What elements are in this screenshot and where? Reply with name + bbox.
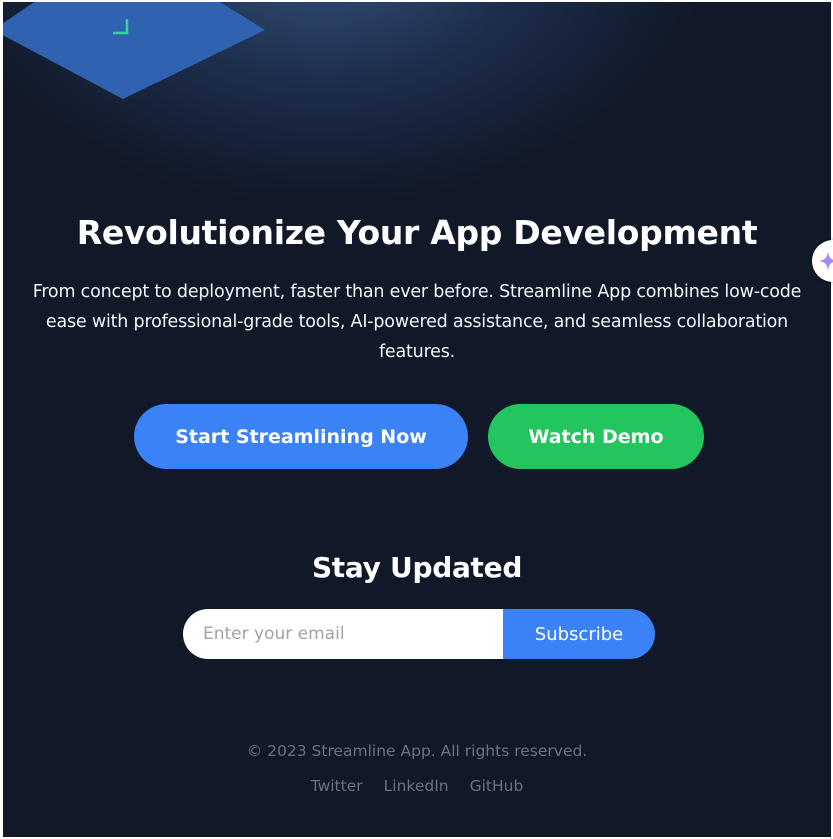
hero-title: Revolutionize Your App Development — [76, 213, 758, 252]
subscribe-button[interactable]: Subscribe — [503, 609, 655, 659]
newsletter-title: Stay Updated — [311, 551, 523, 584]
linkedin-link[interactable]: LinkedIn — [384, 774, 449, 798]
sparkle-icon — [819, 251, 833, 271]
github-link[interactable]: GitHub — [470, 774, 524, 798]
hero-subtitle: From concept to deployment, faster than … — [32, 282, 802, 362]
start-streamlining-button[interactable]: Start Streamlining Now — [134, 404, 468, 469]
newsletter-form: Subscribe — [183, 609, 655, 659]
footer-links: Twitter LinkedIn GitHub — [3, 774, 831, 798]
copyright-text: © 2023 Streamline App. All rights reserv… — [246, 742, 588, 760]
watch-demo-button[interactable]: Watch Demo — [488, 404, 704, 469]
bracket-corner-icon — [113, 19, 129, 35]
email-input[interactable] — [183, 609, 503, 659]
page: Revolutionize Your App Development From … — [3, 2, 831, 837]
decorative-diamond — [3, 2, 265, 99]
twitter-link[interactable]: Twitter — [311, 774, 363, 798]
